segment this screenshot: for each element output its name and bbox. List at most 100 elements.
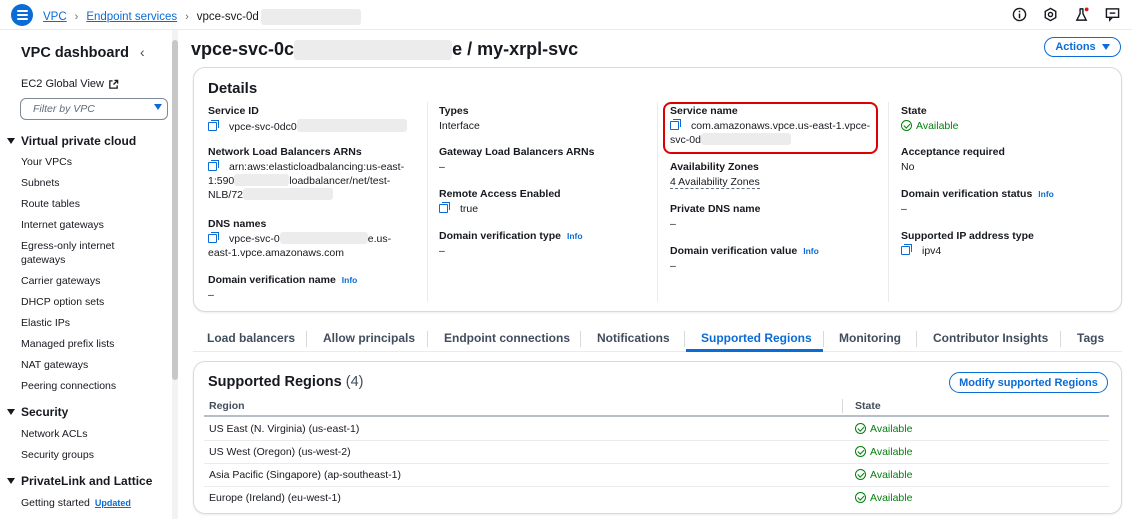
filter-by-vpc-select[interactable]: Filter by VPC <box>20 98 168 120</box>
chevron-right-icon: › <box>74 11 79 23</box>
sidebar-item-internet-gateways[interactable]: Internet gateways <box>21 218 104 232</box>
tab-separator <box>427 331 428 347</box>
scrollbar-thumb[interactable] <box>172 40 178 380</box>
field-domain-verification-status: Domain verification status Info – <box>901 187 1111 216</box>
modify-supported-regions-button[interactable]: Modify supported Regions <box>949 372 1108 393</box>
sidebar-item-security-groups[interactable]: Security groups <box>21 448 94 462</box>
info-link[interactable]: Info <box>803 246 819 256</box>
sidebar-item-nat-gateways[interactable]: NAT gateways <box>21 358 88 372</box>
actions-button[interactable]: Actions <box>1044 37 1121 57</box>
redacted-area <box>294 39 453 60</box>
regions-count: (4) <box>345 374 364 390</box>
field-value: – <box>901 203 907 215</box>
feedback-icon[interactable] <box>1105 7 1120 22</box>
table-row-state: Available <box>855 446 912 458</box>
settings-icon[interactable] <box>1043 7 1058 22</box>
field-types: Types Interface <box>439 104 649 133</box>
dns-line: vpce-svc-0 <box>229 233 280 245</box>
nlb-line: NLB/72 <box>208 189 244 201</box>
sidebar-item-ec2-global-view[interactable]: EC2 Global View <box>21 78 119 90</box>
copy-icon[interactable] <box>208 232 219 243</box>
tab-monitoring[interactable]: Monitoring <box>839 331 901 345</box>
tab-supported-regions[interactable]: Supported Regions <box>701 331 812 345</box>
tab-bar: Load balancers Allow principals Endpoint… <box>193 325 1122 352</box>
copy-icon[interactable] <box>208 120 219 131</box>
label-text: Domain verification status <box>901 188 1033 200</box>
table-header-divider <box>204 415 1109 417</box>
side-navigation: VPC dashboard ‹ EC2 Global View Filter b… <box>0 30 178 519</box>
table-row-region: US East (N. Virginia) (us-east-1) <box>209 423 360 435</box>
sidebar-item-route-tables[interactable]: Route tables <box>21 197 80 211</box>
page-title-prefix: vpce-svc-0c <box>191 39 295 59</box>
info-link[interactable]: Info <box>1038 189 1054 199</box>
chevron-left-icon[interactable]: ‹ <box>140 44 145 60</box>
sidebar-item-your-vpcs[interactable]: Your VPCs <box>21 155 72 169</box>
breadcrumb-endpoint-services[interactable]: Endpoint services <box>86 11 177 23</box>
copy-icon[interactable] <box>901 244 912 255</box>
sidebar-item-network-acls[interactable]: Network ACLs <box>21 427 88 441</box>
tab-endpoint-connections[interactable]: Endpoint connections <box>444 331 570 345</box>
nlb-line: arn:aws:elasticloadbalancing:us-east- <box>229 161 405 173</box>
sidebar-item-subnets[interactable]: Subnets <box>21 176 60 190</box>
tab-notifications[interactable]: Notifications <box>597 331 670 345</box>
info-link[interactable]: Info <box>567 231 583 241</box>
sidebar-item-peering-connections[interactable]: Peering connections <box>21 379 116 393</box>
column-resizer[interactable] <box>842 399 843 413</box>
field-value: – <box>439 161 445 173</box>
success-check-icon <box>855 446 866 457</box>
field-private-dns-name: Private DNS name – <box>670 202 880 231</box>
state-value: Available <box>916 120 959 132</box>
tab-load-balancers[interactable]: Load balancers <box>207 331 295 345</box>
column-header-state[interactable]: State <box>855 400 881 412</box>
sidebar-item-egress-only-internet-gateways[interactable]: Egress-only internet gateways <box>21 239 131 267</box>
field-label: Domain verification type Info <box>439 229 649 243</box>
field-domain-verification-type: Domain verification type Info – <box>439 229 649 258</box>
field-domain-verification-value: Domain verification value Info – <box>670 244 880 273</box>
details-heading: Details <box>208 80 258 97</box>
field-label: Private DNS name <box>670 203 761 215</box>
heading-text: Supported Regions <box>208 374 342 390</box>
sidebar-section-privatelink[interactable]: PrivateLink and Lattice <box>7 474 152 488</box>
copy-icon[interactable] <box>439 202 450 213</box>
tab-tags[interactable]: Tags <box>1077 331 1104 345</box>
breadcrumb: VPC › Endpoint services › vpce-svc-0d <box>43 9 361 25</box>
field-value: vpce-svc-0dc0 <box>208 119 418 134</box>
column-divider <box>657 102 658 302</box>
copy-icon[interactable] <box>208 160 219 171</box>
ip-type-value: ipv4 <box>922 245 942 257</box>
table-row-state: Available <box>855 423 912 435</box>
sidebar-section-security[interactable]: Security <box>7 405 68 419</box>
info-link[interactable]: Info <box>342 275 358 285</box>
lab-flask-icon[interactable] <box>1074 7 1089 22</box>
tab-allow-principals[interactable]: Allow principals <box>323 331 415 345</box>
sidebar-item-dhcp-option-sets[interactable]: DHCP option sets <box>21 295 104 309</box>
row-divider <box>204 486 1109 487</box>
sidebar-item-getting-started[interactable]: Getting started Updated <box>21 496 131 510</box>
sidebar-section-virtual-private-cloud[interactable]: Virtual private cloud <box>7 134 136 148</box>
label-text: Domain verification type <box>439 230 561 242</box>
menu-icon[interactable] <box>11 4 33 26</box>
field-value: No <box>901 161 915 173</box>
info-circle-icon[interactable] <box>1012 7 1027 22</box>
caret-down-icon <box>154 104 162 110</box>
sidebar-item-managed-prefix-lists[interactable]: Managed prefix lists <box>21 337 114 351</box>
sidebar-item-elastic-ips[interactable]: Elastic IPs <box>21 316 70 330</box>
sidebar-item-carrier-gateways[interactable]: Carrier gateways <box>21 274 100 288</box>
field-nlb-arns: Network Load Balancers ARNs arn:aws:elas… <box>208 145 418 202</box>
column-header-region[interactable]: Region <box>209 400 245 412</box>
availability-zones-popover[interactable]: 4 Availability Zones <box>670 176 760 189</box>
caret-down-icon <box>7 138 15 144</box>
breadcrumb-vpc[interactable]: VPC <box>43 11 67 23</box>
sidebar-scrollbar[interactable] <box>172 30 178 519</box>
tab-contributor-insights[interactable]: Contributor Insights <box>933 331 1048 345</box>
success-check-icon <box>855 423 866 434</box>
field-service-id: Service ID vpce-svc-0dc0 <box>208 104 418 134</box>
field-label: Service ID <box>208 105 259 117</box>
section-label: Virtual private cloud <box>21 134 137 148</box>
updated-badge[interactable]: Updated <box>95 498 131 508</box>
dns-line: east-1.vpce.amazonaws.com <box>208 247 344 259</box>
sidebar-title[interactable]: VPC dashboard <box>21 45 129 61</box>
caret-down-icon <box>1101 44 1110 50</box>
field-availability-zones: Availability Zones 4 Availability Zones <box>670 160 880 189</box>
state-text: Available <box>870 423 913 435</box>
